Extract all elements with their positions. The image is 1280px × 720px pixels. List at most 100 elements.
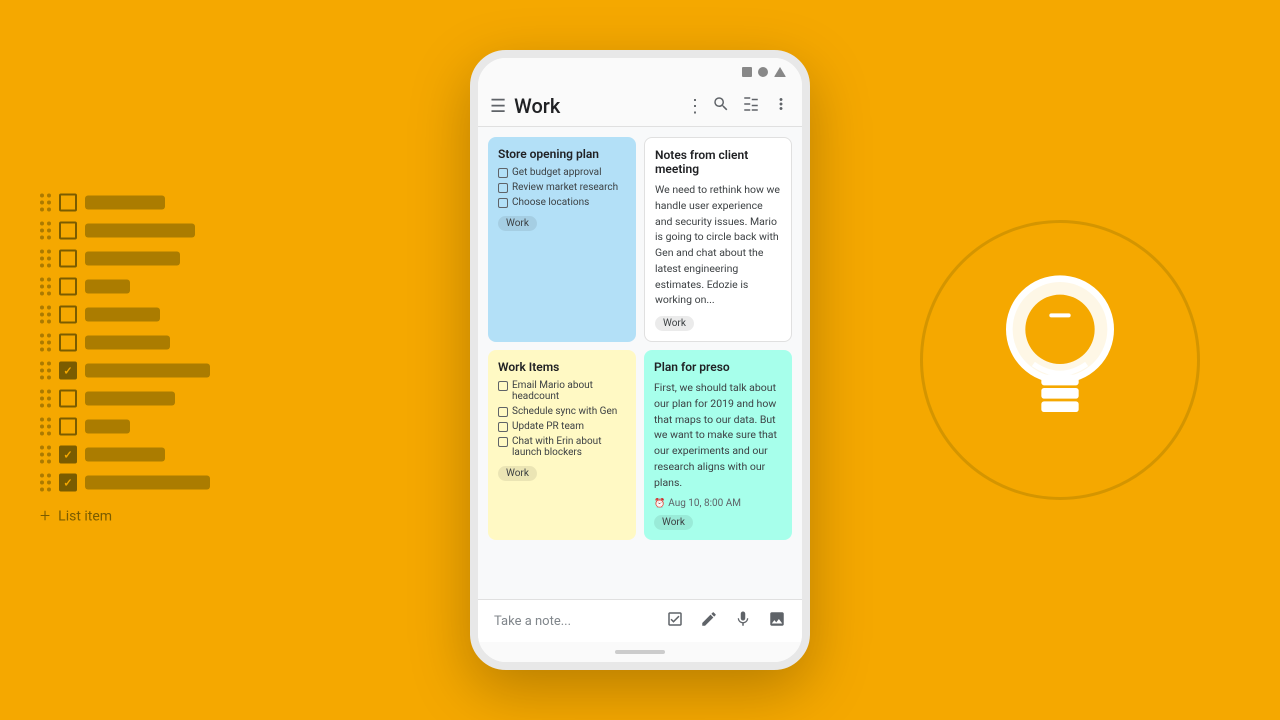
- phone: ☰ Work ⋮ Store opening plan: [470, 50, 810, 670]
- drag-handle[interactable]: [40, 390, 51, 408]
- item-bar: [85, 336, 170, 350]
- checkbox[interactable]: [59, 222, 77, 240]
- checkbox-checked[interactable]: [59, 446, 77, 464]
- status-bar: [478, 58, 802, 86]
- checkbox[interactable]: [59, 418, 77, 436]
- note-tag[interactable]: Work: [655, 316, 694, 331]
- home-bar: [615, 650, 665, 654]
- list-item: [40, 390, 210, 408]
- bottom-action-icons: [666, 610, 786, 632]
- add-item-row[interactable]: + List item: [40, 506, 210, 527]
- note-title: Work Items: [498, 360, 626, 374]
- item-bar: [85, 392, 175, 406]
- google-keep-logo: [920, 220, 1200, 500]
- note-title: Plan for preso: [654, 360, 782, 374]
- image-icon[interactable]: [768, 610, 786, 632]
- header-right-actions: [712, 95, 790, 118]
- item-bar: [85, 196, 165, 210]
- checklist-icon[interactable]: [666, 610, 684, 632]
- check-box[interactable]: [498, 437, 508, 447]
- drag-handle[interactable]: [40, 474, 51, 492]
- add-item-label: List item: [58, 508, 112, 524]
- drag-handle[interactable]: [40, 306, 51, 324]
- item-bar: [85, 476, 210, 490]
- list-item: [40, 222, 210, 240]
- item-bar: [85, 280, 130, 294]
- note-title: Store opening plan: [498, 147, 626, 161]
- note-tag[interactable]: Work: [654, 515, 693, 530]
- drag-handle[interactable]: [40, 418, 51, 436]
- check-box[interactable]: [498, 198, 508, 208]
- layout-toggle-icon[interactable]: [742, 95, 760, 118]
- checklist-item: Get budget approval: [498, 167, 626, 178]
- bottom-bar: Take a note...: [478, 599, 802, 642]
- checkbox[interactable]: [59, 278, 77, 296]
- drag-handle[interactable]: [40, 446, 51, 464]
- checkbox[interactable]: [59, 250, 77, 268]
- list-item: [40, 474, 210, 492]
- drag-handle[interactable]: [40, 362, 51, 380]
- note-title: Notes from client meeting: [655, 148, 781, 176]
- logo-circle: [920, 220, 1200, 500]
- note-store-opening[interactable]: Store opening plan Get budget approval R…: [488, 137, 636, 342]
- checkbox[interactable]: [59, 306, 77, 324]
- signal-icon: [758, 67, 768, 77]
- list-item: [40, 446, 210, 464]
- item-bar: [85, 420, 130, 434]
- phone-body: ☰ Work ⋮ Store opening plan: [470, 50, 810, 670]
- list-item: [40, 334, 210, 352]
- drag-handle[interactable]: [40, 222, 51, 240]
- list-item: [40, 194, 210, 212]
- list-item: [40, 306, 210, 324]
- checklist-item: Review market research: [498, 182, 626, 193]
- lightbulb-icon: [980, 260, 1140, 460]
- check-box[interactable]: [498, 407, 508, 417]
- list-item: [40, 362, 210, 380]
- list-item: [40, 278, 210, 296]
- list-item: [40, 250, 210, 268]
- checkbox[interactable]: [59, 390, 77, 408]
- note-date: ⏰ Aug 10, 8:00 AM: [654, 498, 782, 509]
- note-checklist: Email Mario about headcount Schedule syn…: [498, 380, 626, 458]
- checkbox-checked[interactable]: [59, 474, 77, 492]
- note-checklist: Get budget approval Review market resear…: [498, 167, 626, 208]
- mic-icon[interactable]: [734, 610, 752, 632]
- item-bar: [85, 308, 160, 322]
- drag-handle[interactable]: [40, 250, 51, 268]
- note-tag[interactable]: Work: [498, 216, 537, 231]
- home-indicator: [478, 642, 802, 662]
- item-bar: [85, 364, 210, 378]
- left-checklist-panel: + List item: [40, 194, 210, 527]
- search-icon[interactable]: [712, 95, 730, 118]
- check-box[interactable]: [498, 183, 508, 193]
- drag-handle[interactable]: [40, 278, 51, 296]
- drag-handle[interactable]: [40, 194, 51, 212]
- checklist-item: Schedule sync with Gen: [498, 406, 626, 417]
- check-box[interactable]: [498, 422, 508, 432]
- app-title: Work: [514, 94, 678, 118]
- checkbox[interactable]: [59, 334, 77, 352]
- pen-icon[interactable]: [700, 610, 718, 632]
- note-client-meeting[interactable]: Notes from client meeting We need to ret…: [644, 137, 792, 342]
- list-item: [40, 418, 210, 436]
- item-bar: [85, 448, 165, 462]
- note-tag[interactable]: Work: [498, 466, 537, 481]
- header-overflow-left-icon[interactable]: ⋮: [686, 96, 704, 117]
- checklist-item: Update PR team: [498, 421, 626, 432]
- item-bar: [85, 252, 180, 266]
- notes-grid: Store opening plan Get budget approval R…: [478, 127, 802, 599]
- battery-icon: [742, 67, 752, 77]
- note-plan-preso[interactable]: Plan for preso First, we should talk abo…: [644, 350, 792, 540]
- overflow-menu-icon[interactable]: [772, 95, 790, 118]
- check-box[interactable]: [498, 381, 508, 391]
- drag-handle[interactable]: [40, 334, 51, 352]
- app-header: ☰ Work ⋮: [478, 86, 802, 127]
- checklist-item: Choose locations: [498, 197, 626, 208]
- checkbox-checked[interactable]: [59, 362, 77, 380]
- checkbox[interactable]: [59, 194, 77, 212]
- check-box[interactable]: [498, 168, 508, 178]
- take-note-input[interactable]: Take a note...: [494, 614, 666, 629]
- hamburger-menu-icon[interactable]: ☰: [490, 96, 506, 117]
- item-bar: [85, 224, 195, 238]
- note-work-items[interactable]: Work Items Email Mario about headcount S…: [488, 350, 636, 540]
